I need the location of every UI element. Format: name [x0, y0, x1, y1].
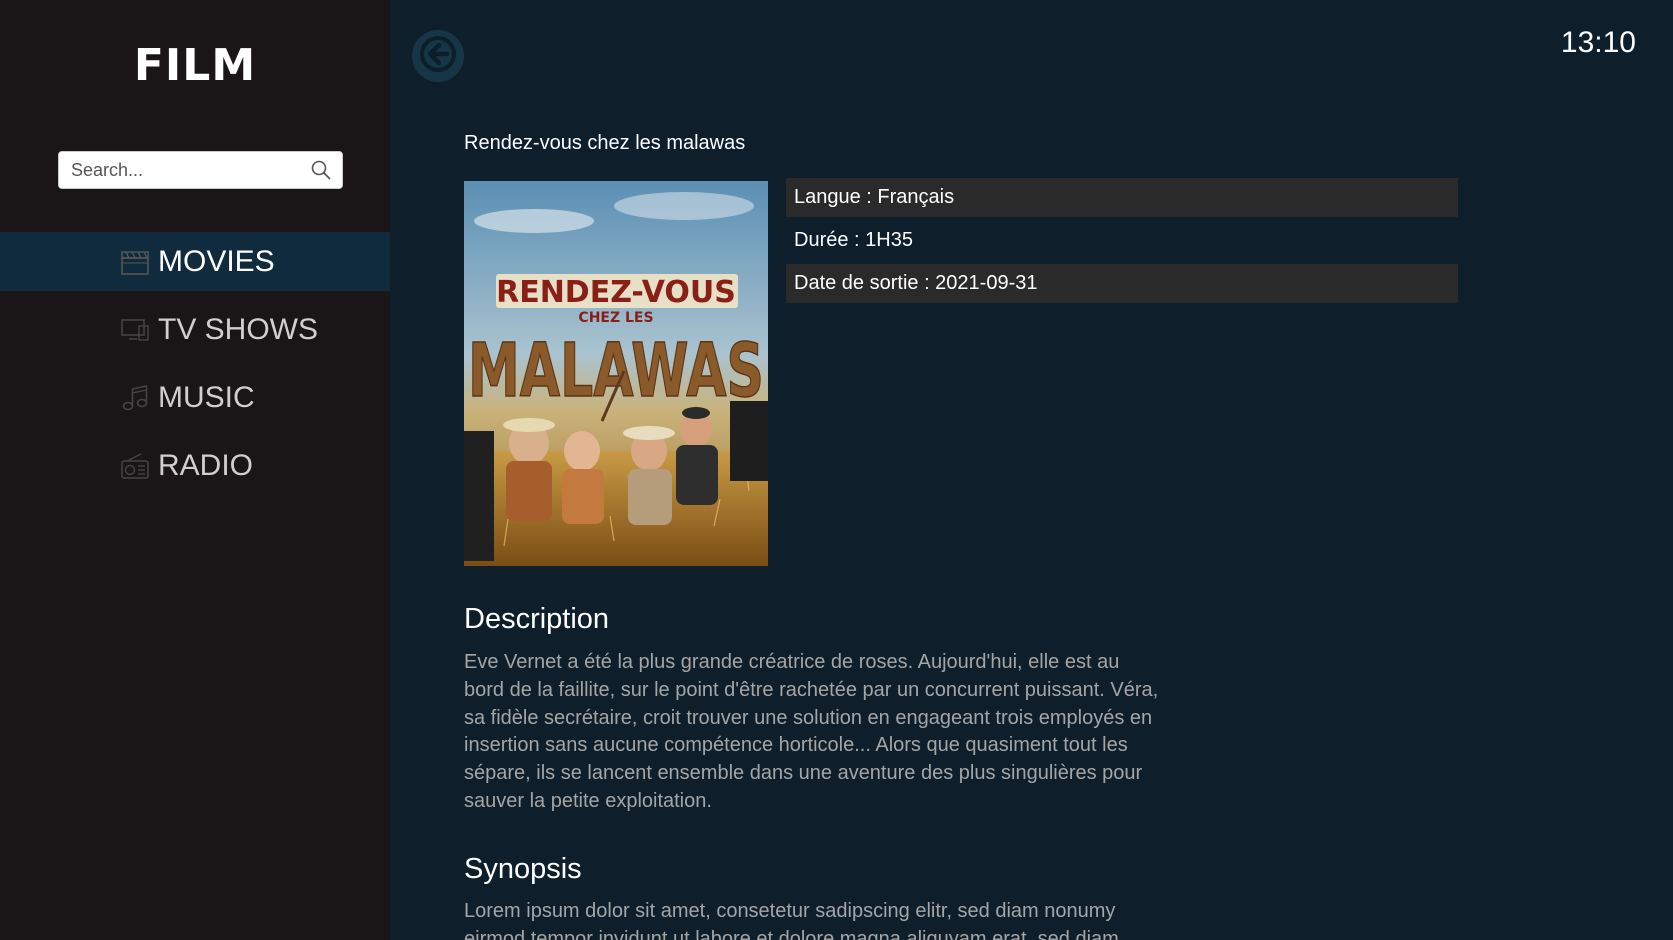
synopsis-text: Lorem ipsum dolor sit amet, consetetur s…	[464, 900, 1119, 940]
sidebar: FILM MOVIES TV SHOWS MUSIC	[0, 0, 390, 940]
sidebar-item-music[interactable]: MUSIC	[0, 368, 390, 427]
sidebar-item-movies[interactable]: MOVIES	[0, 232, 390, 291]
sidebar-item-label: TV SHOWS	[158, 312, 319, 346]
music-note-icon	[120, 383, 150, 413]
arrow-left-icon	[418, 34, 458, 79]
clock: 13:10	[1560, 26, 1636, 59]
tv-icon	[120, 315, 150, 345]
sidebar-item-label: RADIO	[158, 448, 254, 482]
info-language: Langue : Français	[786, 178, 1458, 217]
poster-title-line2: CHEZ LES	[578, 310, 653, 326]
sidebar-item-label: MOVIES	[158, 244, 275, 278]
app-logo: FILM	[133, 40, 257, 91]
main-content: 13:10 Rendez-vous chez les malawas RENDE…	[390, 0, 1673, 940]
synopsis-heading: Synopsis	[464, 853, 582, 885]
search-box[interactable]	[58, 151, 343, 189]
info-duration: Durée : 1H35	[794, 229, 913, 251]
movie-poster[interactable]: RENDEZ-VOUS CHEZ LES MALAWAS	[464, 181, 768, 566]
description-text: Eve Vernet a été la plus grande créatric…	[464, 651, 1159, 812]
search-input[interactable]	[71, 159, 310, 181]
back-button[interactable]	[412, 30, 464, 82]
movie-info-list: Langue : Français Durée : 1H35 Date de s…	[786, 178, 1458, 307]
movie-title: Rendez-vous chez les malawas	[464, 132, 746, 154]
clapperboard-icon	[120, 247, 150, 277]
search-icon[interactable]	[310, 159, 332, 181]
radio-icon	[120, 451, 150, 481]
sidebar-item-label: MUSIC	[158, 380, 255, 414]
sidebar-item-radio[interactable]: RADIO	[0, 436, 390, 495]
poster-title-line3: MALAWAS	[468, 328, 764, 414]
sidebar-item-tv-shows[interactable]: TV SHOWS	[0, 300, 390, 359]
info-release-date: Date de sortie : 2021-09-31	[786, 264, 1458, 303]
description-heading: Description	[464, 603, 610, 635]
sidebar-nav: MOVIES TV SHOWS MUSIC RADIO	[0, 232, 390, 504]
poster-title-line1: RENDEZ-VOUS	[496, 275, 736, 310]
